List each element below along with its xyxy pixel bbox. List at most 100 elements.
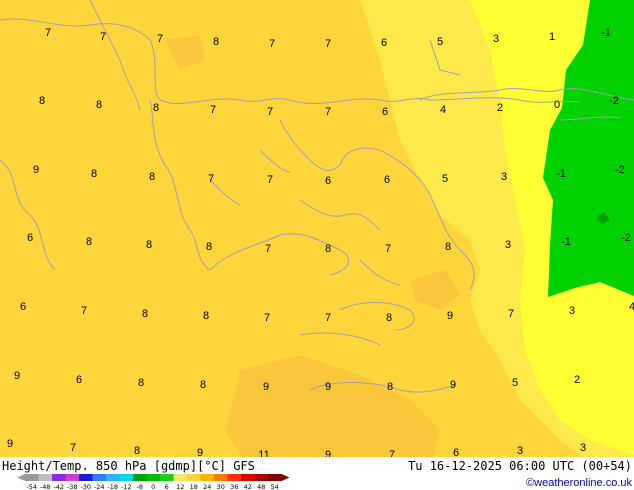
colorbar-tick-label: -54 <box>26 483 37 490</box>
contour-label: 5 <box>512 377 518 389</box>
contour-label: -1 <box>601 27 611 39</box>
contour-label: 8 <box>206 241 212 253</box>
contour-label: 8 <box>387 381 393 393</box>
contour-label: 7 <box>264 312 270 324</box>
colorbar-segment <box>227 474 242 481</box>
colorbar-tick-label: 6 <box>165 483 169 490</box>
colorbar-tick-label: -24 <box>94 483 105 490</box>
contour-label: 7 <box>385 243 391 255</box>
colorbar-segment <box>241 474 255 481</box>
contour-label: 3 <box>569 305 575 317</box>
contour-label: 8 <box>213 36 219 48</box>
colorbar-segment <box>106 474 120 481</box>
contour-label: 8 <box>138 377 144 389</box>
contour-label: 7 <box>508 308 514 320</box>
colorbar-segment <box>92 474 107 481</box>
contour-label: -1 <box>561 236 571 248</box>
colorbar-segment <box>79 474 93 481</box>
contour-label: 6 <box>76 374 82 386</box>
contour-label: 7 <box>210 104 216 116</box>
weather-map: 7 7 7 8 7 7 6 5 3 1 -18 8 8 7 7 7 6 4 2 0 -29 8 8 7 7 6 6 5 3 -1 -26 8 8… <box>0 0 634 490</box>
contour-label: 7 <box>325 312 331 324</box>
contour-label: 9 <box>447 310 453 322</box>
colorbar-segment <box>214 474 228 481</box>
contour-label: 2 <box>497 102 503 114</box>
colorbar-segment <box>173 474 188 481</box>
contour-label: 4 <box>440 104 446 116</box>
contour-label: 1 <box>549 31 555 43</box>
contour-label: -1 <box>556 168 566 180</box>
colorbar-tick-label: -12 <box>121 483 132 490</box>
contour-label: -2 <box>621 232 631 244</box>
contour-label: 8 <box>91 168 97 180</box>
valid-time: Tu 16-12-2025 06:00 UTC (00+54) <box>408 459 632 473</box>
contour-label: 9 <box>325 381 331 393</box>
colorbar-segment <box>133 474 147 481</box>
colorbar-segment <box>160 474 174 481</box>
contour-label: 8 <box>325 243 331 255</box>
contour-label: 9 <box>33 164 39 176</box>
contour-label: 7 <box>325 38 331 50</box>
colorbar-tick-label: 24 <box>203 483 211 490</box>
contour-label: -2 <box>615 164 625 176</box>
contour-label: 3 <box>505 239 511 251</box>
contour-label: 6 <box>381 37 387 49</box>
contour-label: 7 <box>267 106 273 118</box>
contour-label: 8 <box>445 241 451 253</box>
contour-label: 7 <box>81 305 87 317</box>
contour-label: 8 <box>153 102 159 114</box>
contour-label: 7 <box>70 442 76 454</box>
colorbar-tick-label: 12 <box>176 483 184 490</box>
contour-label: 4 <box>629 301 634 313</box>
colorbar-tick-label: -18 <box>107 483 118 490</box>
colorbar-tick-label: -42 <box>53 483 64 490</box>
contour-label: 7 <box>267 174 273 186</box>
colorbar-tick-label: -30 <box>80 483 91 490</box>
colorbar-tick-label: -48 <box>40 483 51 490</box>
contour-label: 7 <box>100 31 106 43</box>
colorbar-segment <box>65 474 80 481</box>
contour-label: 7 <box>157 33 163 45</box>
contour-label: 7 <box>208 173 214 185</box>
contour-label: 9 <box>263 381 269 393</box>
contour-label: 2 <box>574 374 580 386</box>
contour-label: 8 <box>134 445 140 457</box>
contour-label: 3 <box>580 442 586 454</box>
contour-label: 7 <box>45 27 51 39</box>
contour-label: 5 <box>442 173 448 185</box>
contour-label: 6 <box>325 175 331 187</box>
colorbar-segment <box>52 474 66 481</box>
contour-label: -2 <box>609 95 619 107</box>
map-title: Height/Temp. 850 hPa [gdmp][°C] GFS <box>2 459 255 473</box>
contour-label: 8 <box>203 310 209 322</box>
contour-label: 5 <box>437 36 443 48</box>
contour-label: 8 <box>142 308 148 320</box>
contour-label: 8 <box>146 239 152 251</box>
contour-label: 6 <box>384 174 390 186</box>
contour-label: 9 <box>7 438 13 450</box>
contour-label: 8 <box>200 379 206 391</box>
contour-label: 8 <box>96 99 102 111</box>
contour-label: 6 <box>20 301 26 313</box>
contour-label: 3 <box>493 33 499 45</box>
contour-label: 7 <box>325 106 331 118</box>
colorbar-tick-label: 48 <box>257 483 265 490</box>
contour-label: 3 <box>501 171 507 183</box>
contour-label: 7 <box>265 243 271 255</box>
contour-label: 8 <box>86 236 92 248</box>
colorbar-tick-label: 42 <box>244 483 252 490</box>
colorbar-segment <box>25 474 39 481</box>
contour-label: 7 <box>269 38 275 50</box>
colorbar-tick-label: 18 <box>190 483 198 490</box>
colorbar-segment <box>146 474 161 481</box>
contour-label: 8 <box>39 95 45 107</box>
contour-label: 6 <box>382 106 388 118</box>
credit-text: ©weatheronline.co.uk <box>526 477 632 489</box>
colorbar-segment <box>38 474 53 481</box>
colorbar-segment <box>200 474 215 481</box>
colorbar-tick-label: -38 <box>67 483 78 490</box>
colorbar-tick-label: 36 <box>230 483 238 490</box>
colorbar-segment <box>268 474 282 481</box>
contour-label: 3 <box>517 445 523 457</box>
contour-label: 8 <box>386 312 392 324</box>
